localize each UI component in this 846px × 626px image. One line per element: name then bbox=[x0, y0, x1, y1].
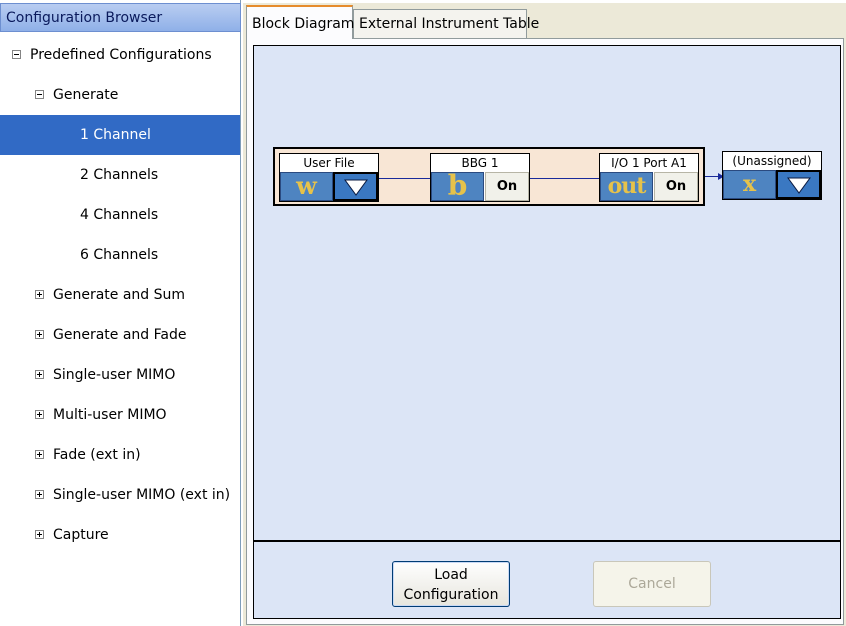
unassigned-instrument-block[interactable]: (Unassigned) x bbox=[722, 151, 822, 200]
tab-external-instrument-table[interactable]: External Instrument Table bbox=[353, 9, 539, 38]
tree-item[interactable]: Single-user MIMO bbox=[0, 355, 240, 395]
tree-item-label: Generate and Fade bbox=[53, 327, 187, 343]
baseband-generator-icon: b bbox=[431, 172, 484, 201]
tree-item[interactable]: Predefined Configurations bbox=[0, 35, 240, 75]
unassigned-title: (Unassigned) bbox=[723, 152, 821, 170]
tree-item-label: Single-user MIMO bbox=[53, 367, 176, 383]
tree-item[interactable]: Generate bbox=[0, 75, 240, 115]
dropdown-triangle-icon bbox=[343, 179, 368, 196]
tree-item[interactable]: 2 Channels bbox=[0, 155, 240, 195]
expand-plus-icon[interactable] bbox=[35, 330, 44, 339]
expand-plus-icon[interactable] bbox=[35, 490, 44, 499]
tree-item-label: 1 Channel bbox=[80, 127, 151, 143]
tree-item[interactable]: Fade (ext in) bbox=[0, 435, 240, 475]
tree-item-label: Multi-user MIMO bbox=[53, 407, 167, 423]
connector-line bbox=[529, 178, 599, 179]
tree-item[interactable]: 6 Channels bbox=[0, 235, 240, 275]
collapse-minus-icon[interactable] bbox=[35, 90, 44, 99]
tab-content: User File w BBG 1 b On I/O 1 Port A1 out bbox=[246, 38, 844, 625]
tree-item-label: 6 Channels bbox=[80, 247, 159, 263]
tree-item-label: Single-user MIMO (ext in) bbox=[53, 487, 231, 503]
tree-item[interactable]: 4 Channels bbox=[0, 195, 240, 235]
bbg-block[interactable]: BBG 1 b On bbox=[430, 153, 530, 202]
tree-item-label: Predefined Configurations bbox=[30, 47, 212, 63]
waveform-icon: w bbox=[280, 172, 333, 201]
io-port-block[interactable]: I/O 1 Port A1 out On bbox=[599, 153, 699, 202]
tree-item[interactable]: Generate and Fade bbox=[0, 315, 240, 355]
expand-plus-icon[interactable] bbox=[35, 450, 44, 459]
dropdown-triangle-icon bbox=[786, 177, 811, 194]
io-port-title: I/O 1 Port A1 bbox=[600, 154, 698, 172]
load-button-label-line1: Load bbox=[434, 567, 468, 583]
expand-plus-icon[interactable] bbox=[35, 530, 44, 539]
user-file-dropdown-button[interactable] bbox=[333, 172, 378, 201]
tree-item[interactable]: Generate and Sum bbox=[0, 275, 240, 315]
instrument-icon: x bbox=[723, 170, 776, 199]
tree-item-label: Fade (ext in) bbox=[53, 447, 141, 463]
configuration-browser-title: Configuration Browser bbox=[0, 3, 241, 32]
tree-item-label: Generate bbox=[53, 87, 119, 103]
load-configuration-button[interactable]: Load Configuration bbox=[392, 561, 510, 607]
collapse-minus-icon[interactable] bbox=[12, 50, 21, 59]
user-file-title: User File bbox=[280, 154, 378, 172]
configuration-browser-panel: Configuration Browser Predefined Configu… bbox=[0, 0, 241, 626]
load-button-label-line2: Configuration bbox=[403, 587, 499, 603]
tree-item-label: 4 Channels bbox=[80, 207, 159, 223]
tree-item[interactable]: Multi-user MIMO bbox=[0, 395, 240, 435]
signal-chain: User File w BBG 1 b On I/O 1 Port A1 out bbox=[273, 147, 705, 206]
tab-block-diagram[interactable]: Block Diagram bbox=[246, 5, 354, 39]
connector-line bbox=[379, 178, 430, 179]
tree-item[interactable]: 1 Channel bbox=[0, 115, 240, 155]
main-area: External Instrument Table Block Diagram … bbox=[243, 3, 846, 626]
output-port-icon: out bbox=[600, 172, 653, 201]
io-port-on-toggle[interactable]: On bbox=[654, 172, 698, 201]
bbg-title: BBG 1 bbox=[431, 154, 529, 172]
tree-item[interactable]: Single-user MIMO (ext in) bbox=[0, 475, 240, 515]
tree-item-label: 2 Channels bbox=[80, 167, 159, 183]
expand-plus-icon[interactable] bbox=[35, 370, 44, 379]
unassigned-dropdown-button[interactable] bbox=[776, 170, 821, 199]
cancel-button[interactable]: Cancel bbox=[593, 561, 711, 607]
tree-item-label: Capture bbox=[53, 527, 109, 543]
expand-plus-icon[interactable] bbox=[35, 410, 44, 419]
expand-plus-icon[interactable] bbox=[35, 290, 44, 299]
user-file-block[interactable]: User File w bbox=[279, 153, 379, 202]
block-diagram-canvas: User File w BBG 1 b On I/O 1 Port A1 out bbox=[253, 45, 841, 542]
tree-item-label: Generate and Sum bbox=[53, 287, 186, 303]
bbg-on-toggle[interactable]: On bbox=[485, 172, 529, 201]
tree-item[interactable]: Capture bbox=[0, 515, 240, 555]
action-bar: Load Configuration Cancel bbox=[253, 540, 841, 619]
